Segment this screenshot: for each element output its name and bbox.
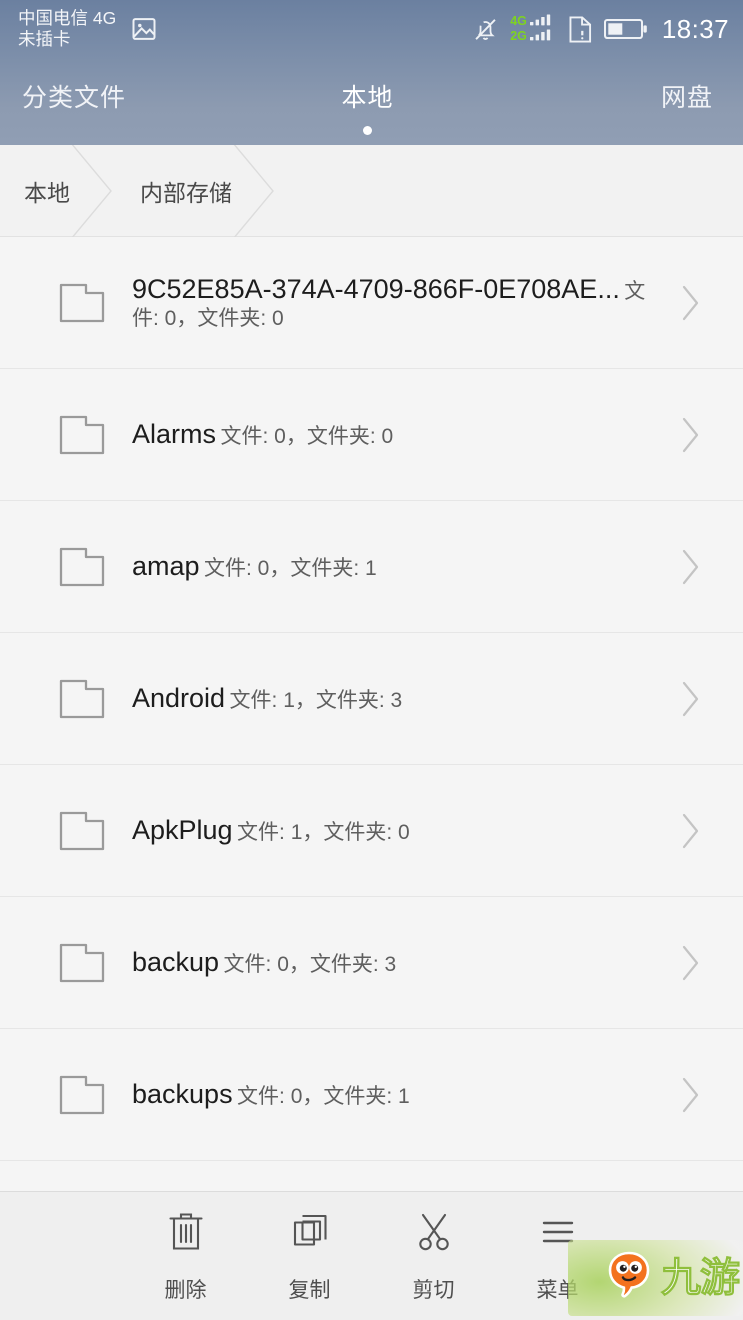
status-bar-clock: 18:37	[661, 13, 729, 44]
carrier-info: 中国电信 4G 未插卡	[18, 8, 116, 49]
file-meta: 文件: 0，文件夹: 1	[237, 1084, 410, 1108]
folder-icon	[40, 939, 124, 987]
row-text: ApkPlug 文件: 1，文件夹: 0	[124, 815, 661, 846]
breadcrumb-item-local-label: 本地	[24, 179, 70, 206]
delete-button[interactable]: 删除	[124, 1209, 248, 1304]
status-bar-right: 4G 2G 18:37	[472, 13, 729, 45]
file-name: 9C52E85A-374A-4709-866F-0E708AE...	[132, 274, 620, 305]
app-header: 中国电信 4G 未插卡 4G 2G 18:37 分类文件 本地 网盘	[0, 0, 743, 145]
chevron-right-icon	[661, 677, 721, 721]
row-text: backups 文件: 0，文件夹: 1	[124, 1079, 661, 1110]
tab-netdisk-label: 网盘	[660, 84, 713, 112]
tab-categories[interactable]: 分类文件	[0, 58, 252, 114]
table-row[interactable]: Alarms 文件: 0，文件夹: 0	[0, 369, 743, 501]
folder-icon	[40, 807, 124, 855]
cut-button[interactable]: 剪切	[372, 1209, 496, 1304]
chevron-right-icon	[661, 809, 721, 853]
status-bar-left: 中国电信 4G 未插卡	[18, 8, 158, 49]
bell-muted-icon	[472, 16, 499, 43]
breadcrumb-item-internal-storage[interactable]: 内部存储	[114, 145, 277, 237]
chevron-right-icon	[661, 281, 721, 325]
table-row[interactable]: amap 文件: 0，文件夹: 1	[0, 501, 743, 633]
bottom-toolbar: 删除 复制 剪切 菜单 九游	[0, 1191, 743, 1320]
breadcrumb-separator-icon	[233, 145, 277, 237]
watermark-logo: 九游	[568, 1240, 743, 1316]
file-name: ApkPlug	[132, 814, 233, 845]
file-name: Android	[132, 682, 226, 713]
breadcrumb-item-internal-storage-label: 内部存储	[140, 179, 232, 206]
folder-icon	[40, 1071, 124, 1119]
trash-icon	[165, 1209, 207, 1260]
cut-button-label: 剪切	[412, 1278, 455, 1302]
signal-4g-label: 4G	[510, 14, 527, 29]
table-row-partial[interactable]	[0, 1161, 743, 1191]
file-name: backup	[132, 946, 220, 977]
signal-2g-label: 2G	[510, 28, 527, 43]
file-meta: 文件: 1，文件夹: 0	[237, 820, 410, 844]
copy-icon	[289, 1209, 331, 1260]
tab-local-label: 本地	[341, 84, 394, 112]
table-row[interactable]: ApkPlug 文件: 1，文件夹: 0	[0, 765, 743, 897]
file-name: backups	[132, 1078, 233, 1109]
table-row[interactable]: 9C52E85A-374A-4709-866F-0E708AE... 文件: 0…	[0, 237, 743, 369]
file-meta: 文件: 0，文件夹: 0	[220, 424, 394, 448]
file-meta: 文件: 0，文件夹: 3	[223, 952, 397, 976]
folder-icon	[40, 675, 124, 723]
tab-categories-label: 分类文件	[22, 84, 127, 112]
image-icon	[130, 15, 158, 43]
breadcrumb-item-local[interactable]: 本地	[0, 145, 115, 237]
breadcrumb: 本地 内部存储	[0, 145, 743, 237]
folder-icon	[40, 543, 124, 591]
active-tab-indicator-dot	[362, 126, 372, 135]
chevron-right-icon	[661, 941, 721, 985]
chevron-right-icon	[661, 1073, 721, 1117]
top-tab-bar: 分类文件 本地 网盘	[0, 58, 743, 145]
breadcrumb-separator-icon	[71, 145, 115, 237]
folder-icon	[40, 411, 124, 459]
row-text: amap 文件: 0，文件夹: 1	[124, 551, 661, 582]
row-text: Alarms 文件: 0，文件夹: 0	[124, 419, 661, 450]
delete-button-label: 删除	[164, 1278, 207, 1302]
table-row[interactable]: Android 文件: 1，文件夹: 3	[0, 633, 743, 765]
tab-netdisk[interactable]: 网盘	[483, 58, 743, 114]
jiuyou-mascot-icon	[601, 1248, 657, 1309]
status-bar: 中国电信 4G 未插卡 4G 2G 18:37	[0, 0, 743, 58]
file-name: amap	[132, 550, 200, 581]
file-name: Alarms	[132, 418, 217, 449]
file-manager-screen: 中国电信 4G 未插卡 4G 2G 18:37 分类文件 本地 网盘 本地 内部…	[0, 0, 743, 1320]
signal-indicator: 4G 2G	[510, 13, 557, 45]
watermark-inner: 九游	[601, 1248, 741, 1309]
scissors-icon	[413, 1209, 455, 1260]
signal-labels: 4G 2G	[510, 14, 527, 43]
carrier-line-1: 中国电信 4G	[18, 8, 117, 29]
carrier-line-2: 未插卡	[18, 29, 71, 49]
row-text: 9C52E85A-374A-4709-866F-0E708AE... 文件: 0…	[124, 274, 661, 331]
tab-local[interactable]: 本地	[252, 58, 482, 135]
signal-bars-icon	[529, 13, 557, 45]
row-text: backup 文件: 0，文件夹: 3	[124, 947, 661, 978]
sim-alert-icon	[568, 15, 593, 44]
file-meta: 文件: 0，文件夹: 1	[204, 556, 377, 580]
file-list[interactable]: 9C52E85A-374A-4709-866F-0E708AE... 文件: 0…	[0, 237, 743, 1191]
chevron-right-icon	[661, 413, 721, 457]
table-row[interactable]: backups 文件: 0，文件夹: 1	[0, 1029, 743, 1161]
table-row[interactable]: backup 文件: 0，文件夹: 3	[0, 897, 743, 1029]
copy-button[interactable]: 复制	[248, 1209, 372, 1304]
folder-icon	[40, 279, 124, 327]
battery-half-icon	[603, 17, 648, 41]
chevron-right-icon	[661, 545, 721, 589]
file-meta: 文件: 1，文件夹: 3	[229, 688, 403, 712]
row-text: Android 文件: 1，文件夹: 3	[124, 683, 661, 714]
copy-button-label: 复制	[288, 1278, 331, 1302]
watermark-text: 九游	[661, 1255, 741, 1301]
